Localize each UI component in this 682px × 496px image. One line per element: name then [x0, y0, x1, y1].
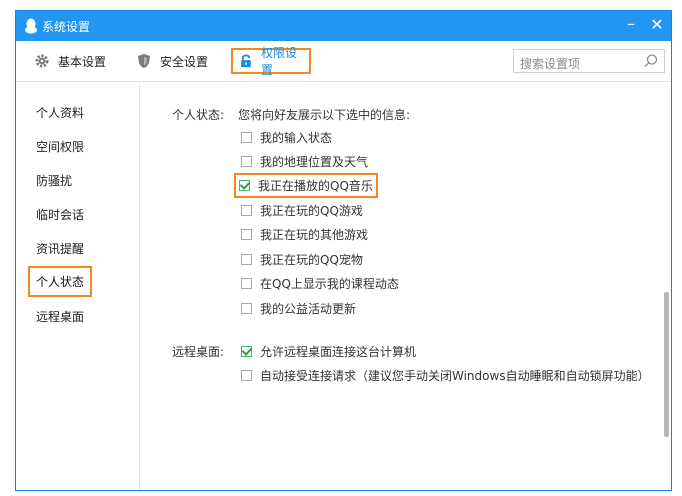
window-title: 系统设置 — [42, 20, 91, 34]
checkbox-checked[interactable] — [239, 180, 250, 191]
option-label: 我正在玩的QQ宠物 — [260, 253, 363, 267]
checkbox[interactable] — [241, 205, 252, 216]
search-icon[interactable] — [643, 53, 659, 69]
remote-desktop-label: 远程桌面: — [172, 345, 225, 359]
option-input-status[interactable]: 我的输入状态 — [241, 129, 332, 146]
option-qq-game[interactable]: 我正在玩的QQ游戏 — [241, 202, 363, 219]
sidebar-item-remote-desktop[interactable]: 远程桌面 — [36, 308, 84, 325]
close-button[interactable]: ✕ — [647, 15, 667, 35]
settings-tabs: 基本设置 安全设置 权限设置 搜索设置项 — [16, 41, 671, 82]
checkbox[interactable] — [241, 156, 252, 167]
option-allow-remote-desktop[interactable]: 允许远程桌面连接这台计算机 — [241, 343, 416, 360]
option-charity-updates[interactable]: 我的公益活动更新 — [241, 300, 356, 317]
option-label: 我的地理位置及天气 — [260, 155, 369, 169]
vertical-scrollbar[interactable] — [664, 292, 669, 437]
tab-label: 基本设置 — [58, 54, 107, 69]
checkbox[interactable] — [241, 278, 252, 289]
option-qq-music[interactable]: 我正在播放的QQ音乐 — [234, 173, 378, 198]
option-label: 我正在玩的QQ游戏 — [260, 204, 363, 218]
checkbox[interactable] — [241, 370, 252, 381]
option-course-updates[interactable]: 在QQ上显示我的课程动态 — [241, 275, 399, 292]
title-bar: 系统设置 – ✕ — [16, 11, 671, 41]
option-label: 允许远程桌面连接这台计算机 — [260, 345, 417, 359]
tab-security-settings[interactable]: 安全设置 — [136, 48, 208, 74]
checkbox[interactable] — [241, 254, 252, 265]
settings-content: 个人状态: 您将向好友展示以下选中的信息: 我的输入状态 我的地理位置及天气 我… — [140, 82, 671, 490]
settings-window: 系统设置 – ✕ 基本设置 安全设置 权限设置 搜索设置项 个人资料 空间权限 … — [15, 10, 672, 491]
checkbox[interactable] — [241, 229, 252, 240]
minimize-button[interactable]: – — [621, 14, 641, 36]
personal-status-label: 个人状态: — [172, 108, 225, 122]
lock-icon — [241, 54, 251, 68]
checkbox[interactable] — [241, 303, 252, 314]
tab-basic-settings[interactable]: 基本设置 — [34, 48, 106, 74]
option-other-game[interactable]: 我正在玩的其他游戏 — [241, 226, 368, 243]
tab-label: 权限设置 — [261, 46, 298, 77]
option-label: 在QQ上显示我的课程动态 — [260, 277, 399, 291]
sidebar-item-personal-status[interactable]: 个人状态 — [28, 266, 93, 297]
search-input[interactable]: 搜索设置项 — [513, 49, 665, 73]
tab-label: 安全设置 — [160, 54, 209, 69]
option-label: 我的输入状态 — [260, 131, 333, 145]
sidebar-item-profile[interactable]: 个人资料 — [36, 104, 84, 121]
option-location-weather[interactable]: 我的地理位置及天气 — [241, 153, 368, 170]
personal-status-description: 您将向好友展示以下选中的信息: — [238, 108, 411, 122]
sidebar-item-space-permissions[interactable]: 空间权限 — [36, 138, 84, 155]
checkbox[interactable] — [241, 132, 252, 143]
option-label: 我的公益活动更新 — [260, 302, 357, 316]
option-label: 自动接受连接请求（建议您手动关闭Windows自动睡眠和自动锁屏功能） — [260, 369, 650, 383]
sidebar-item-anti-harassment[interactable]: 防骚扰 — [36, 172, 72, 189]
search-placeholder: 搜索设置项 — [520, 57, 581, 71]
sidebar-item-news-reminder[interactable]: 资讯提醒 — [36, 240, 84, 257]
option-qq-pet[interactable]: 我正在玩的QQ宠物 — [241, 251, 363, 268]
option-label: 我正在玩的其他游戏 — [260, 228, 369, 242]
tab-permission-settings[interactable]: 权限设置 — [231, 46, 311, 77]
settings-sidebar: 个人资料 空间权限 防骚扰 临时会话 资讯提醒 个人状态 远程桌面 — [16, 82, 140, 490]
option-auto-accept-connection[interactable]: 自动接受连接请求（建议您手动关闭Windows自动睡眠和自动锁屏功能） — [241, 367, 650, 384]
option-label: 我正在播放的QQ音乐 — [258, 179, 373, 193]
qq-penguin-icon — [25, 18, 37, 34]
sidebar-item-temp-session[interactable]: 临时会话 — [36, 206, 84, 223]
gear-icon — [35, 54, 49, 68]
checkbox-checked[interactable] — [241, 346, 252, 357]
shield-icon — [138, 54, 150, 68]
